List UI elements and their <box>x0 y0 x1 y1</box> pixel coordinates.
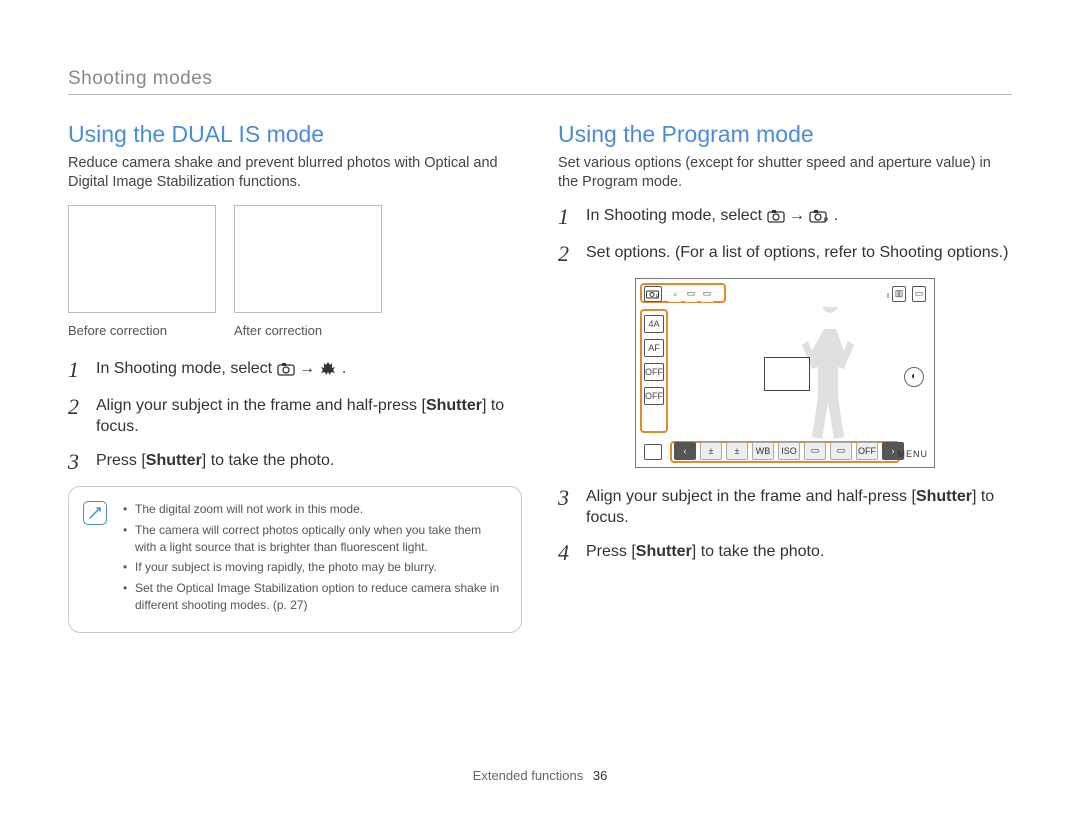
right-step-4: 4 Press [Shutter] to take the photo. <box>558 541 1012 565</box>
step-number: 3 <box>68 450 84 474</box>
step-number: 3 <box>558 486 574 510</box>
screen-bottom-row: ‹ ± ± WB ISO ▭ ▭ OFF › <box>674 442 904 460</box>
step-text: ] to take the photo. <box>692 543 825 560</box>
svg-text:P: P <box>824 218 828 223</box>
right-steps-top: 1 In Shooting mode, select → P . <box>558 205 1012 266</box>
note-item: The digital zoom will not work in this m… <box>123 501 505 518</box>
left-title: Using the DUAL IS mode <box>68 121 522 148</box>
step-text: ] to take the photo. <box>202 452 335 469</box>
screen-bottom-left-icon <box>644 444 662 460</box>
step-number: 1 <box>68 358 84 382</box>
caption-before: Before correction <box>68 323 216 338</box>
screen-top-icon: ▭ <box>700 286 714 302</box>
note-icon <box>83 501 107 525</box>
camera-icon <box>767 208 785 230</box>
exposure-comp-icon: ± <box>700 442 722 460</box>
right-column: Using the Program mode Set various optio… <box>558 121 1012 633</box>
shutter-label: Shutter <box>916 488 972 505</box>
af-icon: AF <box>644 339 664 357</box>
caption-after: After correction <box>234 323 382 338</box>
left-step-3: 3 Press [Shutter] to take the photo. <box>68 450 522 474</box>
step-number: 2 <box>68 395 84 419</box>
step-text: Align your subject in the frame and half… <box>96 397 426 414</box>
screen-top-icon: ▫ <box>668 286 682 302</box>
dual-is-icon <box>319 360 337 383</box>
shutter-label: Shutter <box>426 397 482 414</box>
camera-icon <box>277 361 295 383</box>
left-step-1: 1 In Shooting mode, select → . <box>68 358 522 383</box>
screen-mode-indicator: P <box>644 286 662 302</box>
step-text: → <box>299 360 319 377</box>
exposure-icon: ± <box>726 442 748 460</box>
camera-screen-figure: P ▫ ▭ ▭ ı ▥ ▭ 4A AF OFF OFF ◐ <box>558 278 1012 468</box>
shutter-label: Shutter <box>146 452 202 469</box>
step-number: 2 <box>558 242 574 266</box>
figure-before <box>68 205 216 313</box>
shutter-label: Shutter <box>636 543 692 560</box>
header-rule <box>68 94 1012 95</box>
right-step-1: 1 In Shooting mode, select → P . <box>558 205 1012 230</box>
white-balance-icon: WB <box>752 442 774 460</box>
footer-page-number: 36 <box>593 768 607 783</box>
step-text: In Shooting mode, select <box>96 360 277 377</box>
step-number: 4 <box>558 541 574 565</box>
screen-side-icons: 4A AF OFF OFF <box>644 315 664 405</box>
section-header: Shooting modes <box>68 68 1012 90</box>
step-text: ) <box>1003 244 1008 261</box>
step-text: . <box>834 207 838 224</box>
screen-battery-icon: ▥ <box>892 286 906 302</box>
screen-top-right-icon: ▭ <box>912 286 926 302</box>
figure-after <box>234 205 382 313</box>
iso-icon: ISO <box>778 442 800 460</box>
step-text: In Shooting mode, select <box>586 207 767 224</box>
left-steps: 1 In Shooting mode, select → . <box>68 358 522 474</box>
drive-icon: ▭ <box>830 442 852 460</box>
figure-row <box>68 205 522 313</box>
right-step-2: 2 Set options. (For a list of options, r… <box>558 242 1012 266</box>
screen-top-right-icon: ı <box>886 287 890 303</box>
right-step-3: 3 Align your subject in the frame and ha… <box>558 486 1012 529</box>
step-text: Press [ <box>586 543 636 560</box>
step-text: . <box>342 360 346 377</box>
program-mode-icon: P <box>809 208 829 230</box>
right-steps-bottom: 3 Align your subject in the frame and ha… <box>558 486 1012 565</box>
step-number: 1 <box>558 205 574 229</box>
note-box: The digital zoom will not work in this m… <box>68 486 522 633</box>
screen-top-icon: ▭ <box>684 286 698 302</box>
metering-icon: ▭ <box>804 442 826 460</box>
menu-label: MENU <box>898 449 929 459</box>
chevron-left-icon: ‹ <box>674 442 696 460</box>
setting-off-icon: OFF <box>856 442 878 460</box>
setting-off-icon: OFF <box>644 387 664 405</box>
note-item: The camera will correct photos optically… <box>123 522 505 556</box>
flash-auto-icon: 4A <box>644 315 664 333</box>
left-step-2: 2 Align your subject in the frame and ha… <box>68 395 522 438</box>
screen-right-dial-icon: ◐ <box>904 367 924 387</box>
left-intro: Reduce camera shake and prevent blurred … <box>68 154 522 191</box>
caption-row: Before correction After correction <box>68 323 522 338</box>
note-item: If your subject is moving rapidly, the p… <box>123 559 505 576</box>
right-title: Using the Program mode <box>558 121 1012 148</box>
left-column: Using the DUAL IS mode Reduce camera sha… <box>68 121 522 633</box>
step-text: Align your subject in the frame and half… <box>586 488 916 505</box>
note-item: Set the Optical Image Stabilization opti… <box>123 580 505 614</box>
step-text: Set options. (For a list of options, ref… <box>586 244 879 261</box>
step-text: Shooting options. <box>879 244 1003 261</box>
timer-off-icon: OFF <box>644 363 664 381</box>
right-intro: Set various options (except for shutter … <box>558 154 1012 191</box>
footer-chapter: Extended functions <box>473 768 584 783</box>
step-text: Press [ <box>96 452 146 469</box>
page-footer: Extended functions 36 <box>0 768 1080 783</box>
camera-screen: P ▫ ▭ ▭ ı ▥ ▭ 4A AF OFF OFF ◐ <box>635 278 935 468</box>
step-text: → <box>789 207 809 224</box>
svg-text:P: P <box>656 294 660 299</box>
focus-rectangle <box>764 357 810 391</box>
